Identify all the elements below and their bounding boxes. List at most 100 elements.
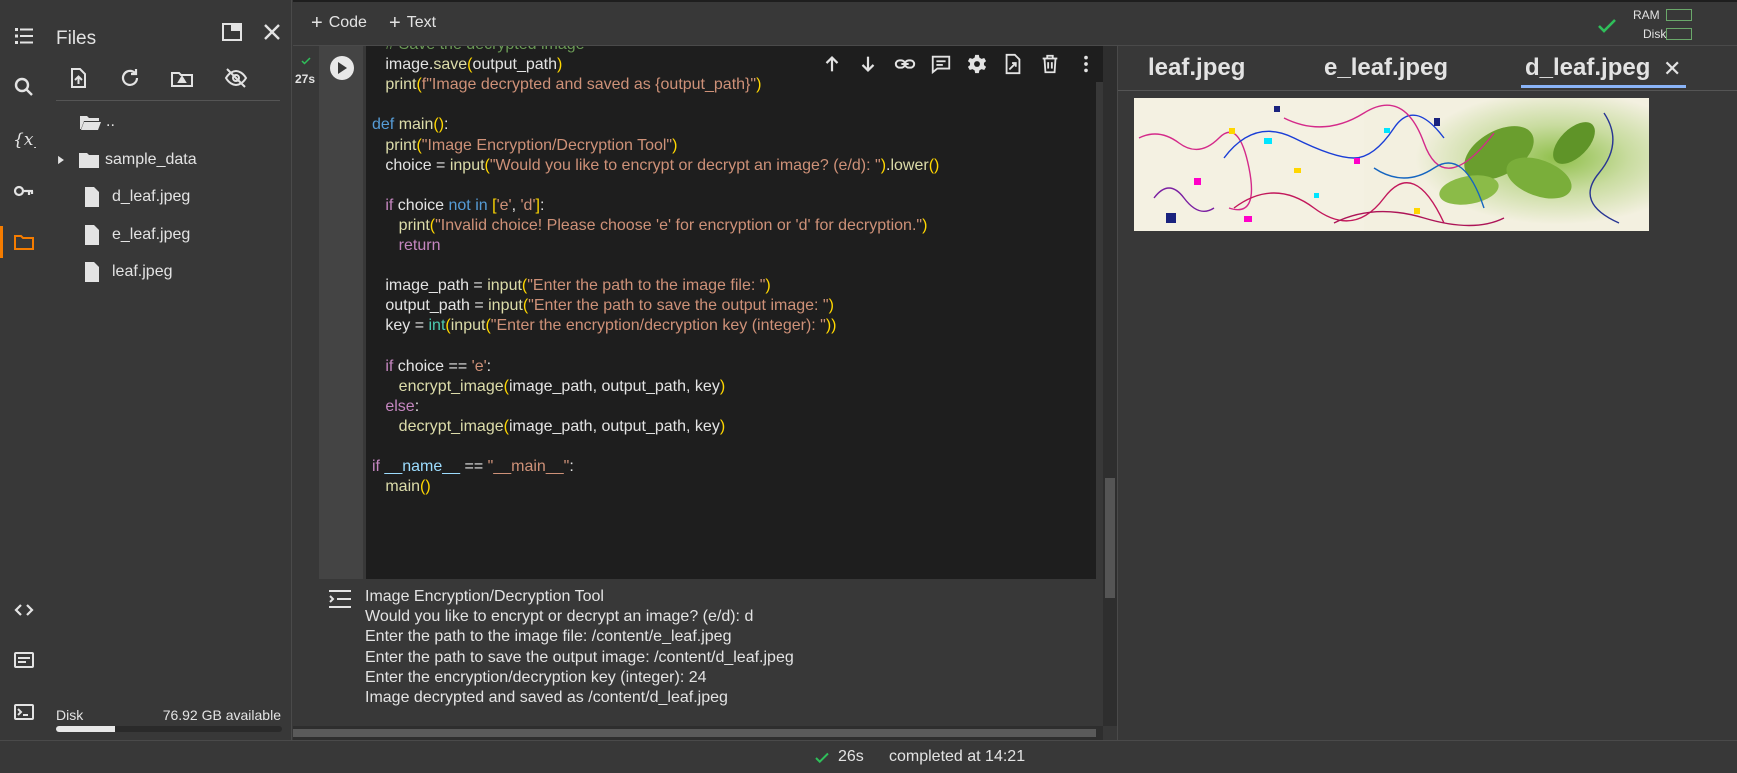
add-text-button[interactable]: + Text [389, 12, 437, 34]
tab-leaf[interactable]: leaf.jpeg [1148, 54, 1245, 82]
disk-available: 76.92 GB available [162, 707, 281, 723]
code-snippets-icon[interactable] [8, 594, 40, 626]
tab-e-leaf[interactable]: e_leaf.jpeg [1324, 54, 1448, 82]
decrypted-image-preview [1134, 98, 1649, 231]
add-text-label: Text [406, 14, 437, 31]
code-line[interactable]: if choice == 'e': [372, 358, 491, 380]
vertical-scrollbar-thumb[interactable] [1105, 478, 1115, 598]
tree-item-leaf[interactable]: leaf.jpeg [80, 258, 320, 286]
tree-item-label: e_leaf.jpeg [112, 226, 191, 243]
output-line: Image decrypted and saved as /content/d_… [365, 689, 728, 706]
tree-item-parent[interactable]: .. [78, 108, 318, 136]
tree-item-label: d_leaf.jpeg [112, 188, 191, 205]
folder-icon[interactable] [8, 226, 40, 258]
disk-usage-bar [56, 726, 282, 732]
toolbar-divider [56, 100, 280, 101]
status-execution-time: 26s [838, 748, 864, 765]
image-viewer-panel: leaf.jpeg e_leaf.jpeg d_leaf.jpeg ✕ [1117, 46, 1737, 740]
play-icon [338, 62, 347, 74]
command-palette-icon[interactable] [8, 644, 40, 676]
output-line: Image Encryption/Decryption Tool [365, 588, 604, 605]
left-icon-rail: {x} [0, 0, 48, 740]
code-line[interactable]: choice = input("Would you like to encryp… [372, 157, 939, 179]
disk-usage-fill [56, 726, 115, 732]
ram-usage-bar[interactable] [1666, 9, 1692, 21]
tree-item-label: .. [106, 113, 115, 130]
ram-label[interactable]: RAM [1633, 8, 1660, 22]
code-line[interactable]: def main(): [372, 116, 449, 138]
add-code-button[interactable]: + Code [311, 13, 367, 33]
code-line[interactable]: print(f"Image decrypted and saved as {ou… [372, 76, 761, 98]
secrets-key-icon[interactable] [8, 175, 40, 207]
move-down-icon[interactable] [855, 51, 881, 77]
table-of-contents-icon[interactable] [8, 20, 40, 52]
cell-toolbar [810, 46, 1108, 82]
mount-drive-icon[interactable] [168, 64, 196, 92]
open-in-tab-icon[interactable] [218, 18, 246, 46]
status-bar: 26s completed at 14:21 [0, 740, 1737, 773]
disk-label-top[interactable]: Disk [1643, 27, 1666, 41]
active-tab-underline [1521, 85, 1686, 88]
tree-item-e-leaf[interactable]: e_leaf.jpeg [80, 221, 320, 249]
status-check-icon [815, 752, 829, 764]
comment-icon[interactable] [928, 51, 954, 77]
output-actions-icon[interactable] [327, 586, 353, 612]
output-line: Enter the path to save the output image:… [365, 648, 794, 666]
link-icon[interactable] [892, 51, 918, 77]
svg-text:{x}: {x} [13, 130, 36, 150]
tab-d-leaf[interactable]: d_leaf.jpeg [1525, 54, 1650, 82]
code-line[interactable]: print("Image Encryption/Decryption Tool"… [372, 137, 677, 159]
code-line[interactable]: else: [372, 398, 419, 420]
code-line[interactable]: decrypt_image(image_path, output_path, k… [372, 418, 725, 440]
close-icon[interactable] [258, 18, 286, 46]
plus-icon: + [389, 12, 401, 34]
close-tab-icon[interactable]: ✕ [1663, 56, 1681, 82]
output-line: Enter the path to the image file: /conte… [365, 628, 732, 646]
code-line[interactable]: image_path = input("Enter the path to th… [372, 277, 770, 299]
decrypted-leaf-image [1134, 98, 1649, 231]
cell-gutter [319, 46, 363, 579]
horizontal-scrollbar-thumb[interactable] [293, 729, 1096, 737]
add-code-label: Code [328, 14, 367, 31]
delete-trash-icon[interactable] [1037, 51, 1063, 77]
files-panel: Files .. sample_data d_leaf.jpeg e_leaf.… [48, 0, 292, 740]
code-line[interactable]: if choice not in ['e', 'd']: [372, 197, 544, 219]
expand-arrow-icon [58, 155, 64, 165]
tree-item-d-leaf[interactable]: d_leaf.jpeg [80, 183, 320, 211]
variables-icon[interactable]: {x} [8, 123, 40, 155]
active-indicator [0, 226, 3, 258]
code-line[interactable]: if __name__ == "__main__": [372, 458, 574, 480]
execution-check-icon [301, 57, 311, 65]
tree-item-label: sample_data [105, 151, 197, 168]
horizontal-scrollbar[interactable] [293, 726, 1103, 740]
run-cell-button[interactable] [330, 56, 354, 80]
terminal-icon[interactable] [8, 696, 40, 728]
more-options-icon[interactable] [1073, 51, 1099, 77]
file-icon [85, 187, 99, 207]
tree-item-sample-data[interactable]: sample_data [48, 146, 288, 174]
code-editor[interactable]: # Save the decrypted image image.save(ou… [366, 46, 1096, 579]
hide-files-icon[interactable] [222, 64, 250, 92]
code-line[interactable]: key = int(input("Enter the encryption/de… [372, 317, 836, 339]
refresh-icon[interactable] [116, 64, 144, 92]
code-line[interactable]: encrypt_image(image_path, output_path, k… [372, 378, 725, 400]
settings-gear-icon[interactable] [964, 51, 990, 77]
code-line[interactable]: print("Invalid choice! Please choose 'e'… [372, 217, 928, 239]
code-line[interactable]: main() [372, 478, 430, 500]
top-toolbar: + Code + Text RAM Disk [293, 0, 1737, 46]
file-icon [85, 225, 99, 245]
execution-gutter: 27s [293, 46, 319, 726]
status-completed: completed at 14:21 [889, 748, 1026, 765]
tree-item-label: leaf.jpeg [112, 263, 173, 280]
output-line: Would you like to encrypt or decrypt an … [365, 608, 754, 626]
code-line[interactable]: image.save(output_path) [372, 56, 562, 78]
move-up-icon[interactable] [819, 51, 845, 77]
folder-icon [79, 153, 99, 168]
disk-usage-mini-bar[interactable] [1666, 28, 1692, 40]
code-line[interactable]: output_path = input("Enter the path to s… [372, 297, 834, 319]
mirror-cell-icon[interactable] [1000, 51, 1026, 77]
upload-icon[interactable] [64, 64, 92, 92]
search-icon[interactable] [8, 71, 40, 103]
vertical-scrollbar[interactable] [1103, 46, 1117, 726]
code-line[interactable]: return [372, 237, 441, 259]
